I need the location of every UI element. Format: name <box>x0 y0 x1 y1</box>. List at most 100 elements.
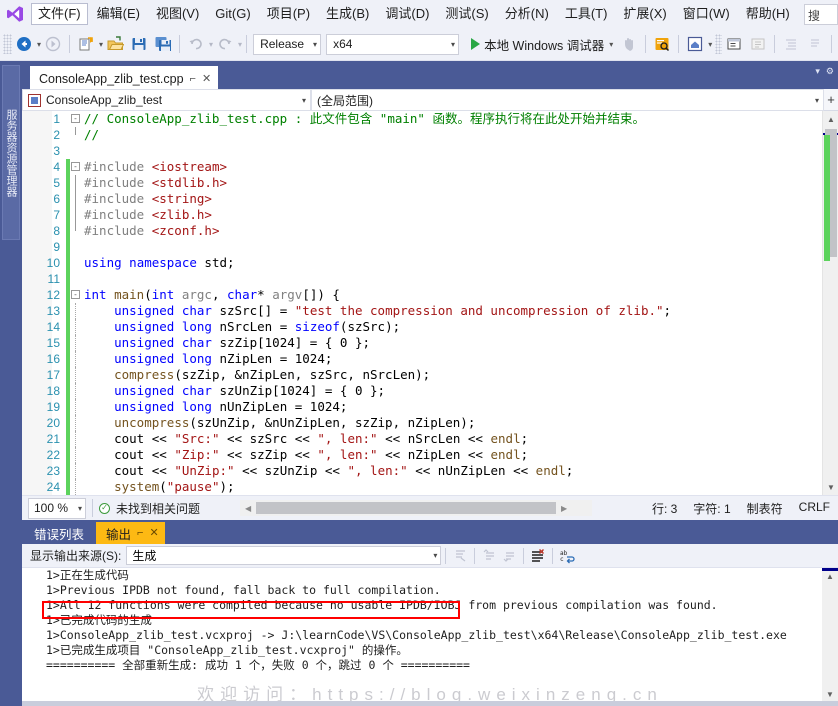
document-tab-consoleapp-zlib-test[interactable]: ConsoleApp_zlib_test.cpp ⌐ ✕ <box>30 66 218 89</box>
code-line[interactable]: 16 unsigned long nZipLen = 1024; <box>22 351 822 367</box>
code-line[interactable]: 12-int main(int argc, char* argv[]) { <box>22 287 822 303</box>
output-panel-tab-0[interactable]: 错误列表 <box>22 522 96 544</box>
menu-item-8[interactable]: 分析(N) <box>498 3 556 25</box>
code-line[interactable]: 20 uncompress(szUnZip, &nUnZipLen, szZip… <box>22 415 822 431</box>
solution-explorer-caret-icon[interactable]: ▾ <box>708 40 712 49</box>
code-line[interactable]: 22 cout << "Zip:" << szZip << ", len:" <… <box>22 447 822 463</box>
output-text-area[interactable]: 1>正在生成代码1>Previous IPDB not found, fall … <box>22 568 838 706</box>
code-line[interactable]: 13 unsigned char szSrc[] = "test the com… <box>22 303 822 319</box>
code-line[interactable]: 7#include <zlib.h> <box>22 207 822 223</box>
member-scope-value: (全局范围) <box>317 92 373 109</box>
new-project-caret-icon[interactable]: ▾ <box>99 40 103 49</box>
output-tool-window: 错误列表输出⌐✕ 显示输出来源(S): 生成 ▾ <box>22 520 838 706</box>
code-text: cout << "Zip:" << szZip << ", len:" << n… <box>84 447 528 463</box>
code-line[interactable]: 11 <box>22 271 822 287</box>
solution-configuration-combo[interactable]: Release ▾ <box>253 34 321 55</box>
output-source-combo[interactable]: 生成 ▾ <box>126 546 441 565</box>
pin-icon[interactable]: ⌐ <box>190 74 196 84</box>
toolbar-separator-7 <box>831 35 832 53</box>
fold-toggle-icon[interactable]: - <box>71 114 80 123</box>
save-icon[interactable] <box>128 33 150 55</box>
code-line[interactable]: 2// <box>22 127 822 143</box>
fold-toggle-icon[interactable]: - <box>71 290 80 299</box>
change-marker <box>66 207 70 223</box>
menu-item-11[interactable]: 窗口(W) <box>676 3 737 25</box>
menu-item-5[interactable]: 生成(B) <box>319 3 376 25</box>
output-scroll-down-icon[interactable]: ▼ <box>822 686 838 702</box>
output-panel-tab-1[interactable]: 输出⌐✕ <box>96 522 165 544</box>
menu-item-3[interactable]: Git(G) <box>208 3 257 25</box>
solution-platform-combo[interactable]: x64 ▾ <box>326 34 459 55</box>
code-line[interactable]: 19 unsigned long nUnZipLen = 1024; <box>22 399 822 415</box>
clear-all-messages-icon[interactable] <box>528 546 548 566</box>
new-project-icon[interactable] <box>75 33 97 55</box>
scroll-down-arrow-icon[interactable]: ▼ <box>823 479 838 495</box>
code-line[interactable]: 10using namespace std; <box>22 255 822 271</box>
code-line[interactable]: 3 <box>22 143 822 159</box>
menu-item-7[interactable]: 测试(S) <box>438 3 495 25</box>
navigate-backward-icon[interactable] <box>13 33 35 55</box>
menu-bar: 文件(F)编辑(E)视图(V)Git(G)项目(P)生成(B)调试(D)测试(S… <box>0 0 838 28</box>
caret-line-indicator: 行: 3 <box>652 500 677 517</box>
code-line[interactable]: 18 unsigned char szUnZip[1024] = { 0 }; <box>22 383 822 399</box>
editor-horizontal-scrollbar[interactable]: ◀ ▶ <box>240 500 592 516</box>
find-in-files-icon[interactable] <box>651 33 673 55</box>
navigate-backward-caret-icon[interactable]: ▾ <box>37 40 41 49</box>
tab-settings-gear-icon[interactable]: ⚙ <box>826 66 834 77</box>
code-line[interactable]: 21 cout << "Src:" << szSrc << ", len:" <… <box>22 431 822 447</box>
code-line[interactable]: 8#include <zconf.h> <box>22 223 822 239</box>
code-line[interactable]: 6#include <string> <box>22 191 822 207</box>
start-debugging-caret-icon[interactable]: ▾ <box>609 40 613 49</box>
menu-item-0[interactable]: 文件(F) <box>31 3 88 25</box>
code-line[interactable]: 15 unsigned char szZip[1024] = { 0 }; <box>22 335 822 351</box>
editor-vertical-scrollbar[interactable]: ▲ ▼ <box>822 111 838 495</box>
output-panel-tabs: 错误列表输出⌐✕ <box>22 520 165 544</box>
menu-item-6[interactable]: 调试(D) <box>378 3 436 25</box>
fold-toggle-icon[interactable]: - <box>71 162 80 171</box>
code-text: unsigned char szUnZip[1024] = { 0 }; <box>84 383 385 399</box>
scroll-right-arrow-icon[interactable]: ▶ <box>556 504 572 513</box>
properties-window-icon[interactable] <box>723 33 745 55</box>
status-bar-right-group: 行: 3 字符: 1 制表符 CRLF <box>652 500 830 517</box>
scroll-left-arrow-icon[interactable]: ◀ <box>240 504 256 513</box>
close-icon[interactable]: ✕ <box>202 74 211 84</box>
toggle-word-wrap-icon[interactable]: abc <box>557 546 577 566</box>
scroll-up-arrow-icon[interactable]: ▲ <box>823 111 838 127</box>
open-file-icon[interactable] <box>104 33 126 55</box>
menu-item-1[interactable]: 编辑(E) <box>90 3 147 25</box>
member-scope-combo[interactable]: (全局范围) ▾ <box>311 89 824 111</box>
code-line[interactable]: 24 system("pause"); <box>22 479 822 495</box>
start-debugging-button[interactable]: 本地 Windows 调试器 ▾ <box>467 33 617 55</box>
close-icon[interactable]: ✕ <box>149 528 158 538</box>
solution-explorer-icon[interactable] <box>684 33 706 55</box>
menu-item-4[interactable]: 项目(P) <box>260 3 317 25</box>
code-line[interactable]: 4-#include <iostream> <box>22 159 822 175</box>
output-vertical-scrollbar[interactable]: ▲ ▼ <box>822 568 838 706</box>
indent-guide <box>75 367 76 383</box>
tab-list-chevron-icon[interactable]: ▾ <box>815 66 820 77</box>
start-debugging-label: 本地 Windows 调试器 <box>484 35 604 54</box>
code-line[interactable]: 9 <box>22 239 822 255</box>
menu-item-12[interactable]: 帮助(H) <box>739 3 797 25</box>
save-all-icon[interactable] <box>152 33 174 55</box>
navbar-add-icon[interactable]: + <box>824 89 838 110</box>
code-line[interactable]: 14 unsigned long nSrcLen = sizeof(szSrc)… <box>22 319 822 335</box>
menu-item-9[interactable]: 工具(T) <box>558 3 615 25</box>
code-line[interactable]: 17 compress(szZip, &nZipLen, szSrc, nSrc… <box>22 367 822 383</box>
pin-icon[interactable]: ⌐ <box>137 528 143 538</box>
hscrollbar-thumb[interactable] <box>256 502 556 514</box>
menu-item-2[interactable]: 视图(V) <box>149 3 206 25</box>
menu-item-10[interactable]: 扩展(X) <box>616 3 673 25</box>
indent-guide <box>75 431 76 447</box>
change-marker <box>66 431 70 447</box>
project-scope-combo[interactable]: ConsoleApp_zlib_test ▾ <box>22 89 311 111</box>
toolbar-grip[interactable] <box>3 34 12 54</box>
zoom-level-combo[interactable]: 100 % ▾ <box>28 498 86 519</box>
code-lines-container[interactable]: 1-// ConsoleApp_zlib_test.cpp : 此文件包含 "m… <box>22 111 822 495</box>
code-line[interactable]: 23 cout << "UnZip:" << szUnZip << ", len… <box>22 463 822 479</box>
code-line[interactable]: 1-// ConsoleApp_zlib_test.cpp : 此文件包含 "m… <box>22 111 822 127</box>
server-explorer-tab[interactable]: 服务器资源管理器 <box>2 65 20 240</box>
code-editor[interactable]: 1-// ConsoleApp_zlib_test.cpp : 此文件包含 "m… <box>22 111 838 495</box>
code-line[interactable]: 5#include <stdlib.h> <box>22 175 822 191</box>
global-search-box[interactable]: 搜 <box>804 4 838 25</box>
